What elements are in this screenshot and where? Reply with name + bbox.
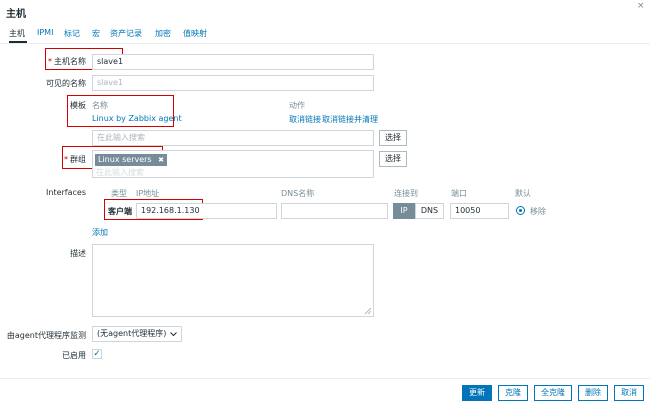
templates-select-button[interactable]: 选择 xyxy=(379,130,407,146)
footer-divider xyxy=(0,378,650,379)
resize-handle-icon[interactable] xyxy=(364,307,372,315)
interface-dns-input[interactable] xyxy=(281,203,388,219)
interfaces-col-default: 默认 xyxy=(515,189,531,198)
templates-search-input[interactable]: 在此输入搜索 xyxy=(92,130,374,146)
interfaces-col-port: 端口 xyxy=(451,189,467,198)
template-unlink-clear-link[interactable]: 取消链接并清理 xyxy=(322,114,378,125)
description-textarea[interactable] xyxy=(92,244,374,317)
enabled-checkbox[interactable]: ✓ xyxy=(92,349,102,359)
template-link[interactable]: Linux by Zabbix agent xyxy=(92,114,182,123)
tab-bar: 主机 IPMI 标记 宏 资产记录 加密 值映射 xyxy=(0,28,650,44)
groups-multiselect[interactable]: Linux servers ✖ 在此输入搜索 xyxy=(92,150,374,178)
tab-value-mapping[interactable]: 值映射 xyxy=(183,28,207,39)
templates-col-name: 名称 xyxy=(92,101,108,110)
dialog-title: 主机 xyxy=(6,9,26,20)
enabled-label: 已启用 xyxy=(62,351,86,360)
group-chip-label: Linux servers xyxy=(98,155,152,164)
delete-button[interactable]: 删除 xyxy=(578,385,608,401)
host-name-input[interactable]: slave1 xyxy=(92,54,374,70)
interface-ip-input[interactable]: 192.168.1.130 xyxy=(136,203,277,219)
active-tab-indicator xyxy=(9,41,27,43)
interfaces-col-dns: DNS名称 xyxy=(281,189,315,198)
close-icon[interactable]: × xyxy=(637,1,645,11)
tab-inventory[interactable]: 资产记录 xyxy=(110,28,142,39)
tab-tags[interactable]: 标记 xyxy=(64,28,80,39)
interface-port-input[interactable]: 10050 xyxy=(450,203,509,219)
update-button[interactable]: 更新 xyxy=(462,385,492,401)
connect-dns-toggle[interactable]: DNS xyxy=(415,203,444,219)
tab-host[interactable]: 主机 xyxy=(9,28,25,39)
proxy-label: 由agent代理程序监测 xyxy=(6,331,86,340)
interface-remove-link[interactable]: 移除 xyxy=(530,206,546,217)
groups-label: * 群组 xyxy=(64,155,86,164)
interface-add-link[interactable]: 添加 xyxy=(92,227,108,238)
host-name-label: * 主机名称 xyxy=(48,57,86,66)
interfaces-label: Interfaces xyxy=(46,188,86,197)
tab-ipmi[interactable]: IPMI xyxy=(37,28,53,37)
proxy-select-value: (无agent代理程序) xyxy=(97,329,167,338)
interface-type: 客户端 xyxy=(108,207,132,216)
interfaces-col-connect: 连接到 xyxy=(394,189,418,198)
group-chip: Linux servers ✖ xyxy=(95,154,168,166)
visible-name-label: 可见的名称 xyxy=(46,79,86,88)
clone-button[interactable]: 克隆 xyxy=(498,385,528,401)
templates-col-action: 动作 xyxy=(289,101,305,110)
chip-remove-icon[interactable]: ✖ xyxy=(158,156,164,164)
groups-select-button[interactable]: 选择 xyxy=(379,151,407,167)
visible-name-input[interactable]: slave1 xyxy=(92,75,374,91)
tab-macros[interactable]: 宏 xyxy=(92,28,100,39)
cancel-button[interactable]: 取消 xyxy=(614,385,644,401)
default-interface-radio[interactable] xyxy=(516,206,525,215)
template-unlink-link[interactable]: 取消链接 xyxy=(289,114,321,125)
interfaces-col-ip: IP地址 xyxy=(136,189,160,198)
chevron-down-icon xyxy=(170,332,177,337)
proxy-select[interactable]: (无agent代理程序) xyxy=(92,326,182,342)
groups-search-placeholder: 在此输入搜索 xyxy=(96,168,144,177)
tab-encryption[interactable]: 加密 xyxy=(155,28,171,39)
full-clone-button[interactable]: 全克隆 xyxy=(534,385,572,401)
connect-ip-toggle[interactable]: IP xyxy=(393,203,415,219)
interfaces-col-type: 类型 xyxy=(111,189,127,198)
templates-label: 模板 xyxy=(70,101,86,110)
description-label: 描述 xyxy=(70,249,86,258)
